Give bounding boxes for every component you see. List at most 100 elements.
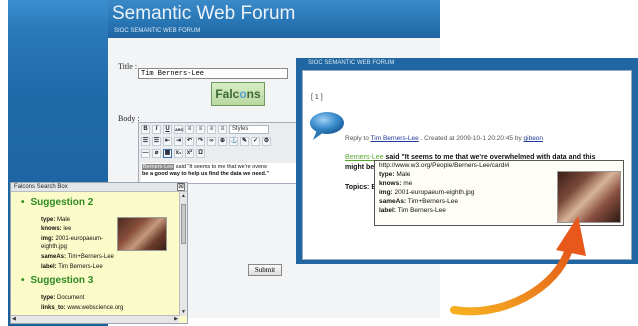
s3-links-key: links_to: xyxy=(41,305,66,311)
tt-img-value: 2001-europaeum-eighth.jpg xyxy=(392,189,475,196)
curved-arrow-icon xyxy=(450,216,586,316)
s2-label: label: Tim Berners-Lee xyxy=(41,264,103,270)
search-box-titlebar: Falcons Search Box ⊠ xyxy=(11,183,187,192)
align-center-button[interactable]: ≡ xyxy=(196,125,205,134)
strikethrough-button[interactable]: ABC xyxy=(174,125,184,134)
said-text2: might be xyxy=(345,164,375,171)
submit-button[interactable]: Submit xyxy=(248,264,282,276)
post-index: [ 1 ] xyxy=(311,94,323,101)
editor-tag: Berners-Lee xyxy=(142,164,175,170)
scroll-right-icon[interactable]: ▶ xyxy=(174,316,178,323)
scroll-thumb[interactable] xyxy=(181,204,186,244)
s2-label-value: Tim Berners-Lee xyxy=(56,264,103,270)
subscript-button[interactable]: x₁ xyxy=(174,149,183,158)
tt-label: label: Tim Berners-Lee xyxy=(379,207,446,214)
suggestion-3-heading[interactable]: Suggestion 3 xyxy=(21,275,94,286)
scroll-up-icon[interactable]: ▲ xyxy=(180,192,187,200)
styles-select[interactable]: Styles xyxy=(229,125,269,134)
suggestion-2-heading[interactable]: Suggestion 2 xyxy=(21,197,94,208)
rich-text-editor: B I U ABC ≡ ≡ ≡ ≡ Styles ☰ ☰ ⇤ ⇥ ↶ ↷ ∞ ⊕… xyxy=(138,122,298,184)
close-icon[interactable]: ⊠ xyxy=(177,183,185,191)
settings-button[interactable]: ⚙ xyxy=(262,137,271,146)
editor-text: said "It seems to me that we're overw xyxy=(174,164,267,170)
chat-bubble-icon xyxy=(310,112,344,140)
falcons-search-box: Falcons Search Box ⊠ Suggestion 2 type: … xyxy=(10,182,188,324)
edit-button[interactable]: ✎ xyxy=(240,137,249,146)
align-left-button[interactable]: ≡ xyxy=(185,125,194,134)
s2-sameas-key: sameAs: xyxy=(41,254,67,260)
horizontal-scrollbar[interactable]: ◀ ▶ xyxy=(11,315,179,323)
reply-prefix: Reply to xyxy=(345,135,371,142)
indent-button[interactable]: ⇥ xyxy=(174,137,183,146)
logo-text-a: Falc xyxy=(215,87,240,101)
tt-img: img: 2001-europaeum-eighth.jpg xyxy=(379,189,474,196)
screenshot-root: Semantic Web Forum SIOC SEMANTIC WEB FOR… xyxy=(0,0,638,326)
undo-button[interactable]: ↶ xyxy=(185,137,194,146)
body-label: Body : xyxy=(118,114,140,123)
outdent-button[interactable]: ⇤ xyxy=(163,137,172,146)
person-photo-thumbnail xyxy=(117,217,167,251)
anchor-button[interactable]: ⚓ xyxy=(229,137,238,146)
s3-type-key: type: xyxy=(41,295,56,301)
italic-button[interactable]: I xyxy=(152,125,161,134)
toolbar-row-2: ☰ ☰ ⇤ ⇥ ↶ ↷ ∞ ⊕ ⚓ ✎ ✓ ⚙ xyxy=(141,137,271,148)
s2-knows-value: lee xyxy=(61,226,72,232)
s2-knows-key: knows: xyxy=(41,226,62,232)
forum-header: Semantic Web Forum SIOC SEMANTIC WEB FOR… xyxy=(108,0,440,38)
unlink-button[interactable]: ⊕ xyxy=(218,137,227,146)
tooltip-url[interactable]: http://www.w3.org/People/Berners-Lee/car… xyxy=(379,162,509,169)
horizontal-rule-button[interactable]: — xyxy=(141,149,150,158)
editor-text2: be a good way to help us find the data w… xyxy=(142,171,269,177)
s2-type-value: Male xyxy=(55,217,71,223)
superscript-button[interactable]: x² xyxy=(185,149,194,158)
tt-knows: knows: me xyxy=(379,180,412,187)
title-input[interactable]: Tim Berners-Lee xyxy=(138,68,288,79)
s2-knows: knows: lee xyxy=(41,226,71,232)
tt-knows-key: knows: xyxy=(379,180,402,187)
tt-sameas: sameAs: Tim+Berners-Lee xyxy=(379,198,458,205)
tt-type-value: Male xyxy=(394,171,411,178)
s2-type: type: Male xyxy=(41,217,70,223)
underline-button[interactable]: U xyxy=(163,125,172,134)
tt-knows-value: me xyxy=(401,180,413,187)
left-blue-bar-top xyxy=(8,0,108,30)
table-button[interactable]: ▦ xyxy=(163,149,172,158)
s2-sameas: sameAs: Tim+Berners-Lee xyxy=(41,254,114,260)
topics-line: Topics: B xyxy=(345,184,377,191)
falcons-logo[interactable]: Falcons xyxy=(211,82,265,106)
align-justify-button[interactable]: ≡ xyxy=(218,125,227,134)
logo-text-c: ns xyxy=(246,87,261,101)
tt-img-key: img: xyxy=(379,189,393,196)
special-char-button[interactable]: Ω xyxy=(196,149,205,158)
tt-type: type: Male xyxy=(379,171,410,178)
tt-sameas-value: Tim+Berners-Lee xyxy=(406,198,458,205)
align-right-button[interactable]: ≡ xyxy=(207,125,216,134)
toolbar-row-3: — ⌀ ▦ x₁ x² Ω xyxy=(141,149,205,160)
search-box-title: Falcons Search Box xyxy=(14,184,68,190)
bullet-list-button[interactable]: ☰ xyxy=(141,137,150,146)
s3-type: type: Document xyxy=(41,295,84,301)
s2-img-value: 2001-europaeum- xyxy=(53,236,104,242)
s3-links: links_to: www.webscience.org xyxy=(41,305,123,311)
forum-subtitle: SIOC SEMANTIC WEB FORUM xyxy=(114,28,201,34)
tt-sameas-key: sameAs: xyxy=(379,198,407,205)
s2-type-key: type: xyxy=(41,217,56,223)
redo-button[interactable]: ↷ xyxy=(196,137,205,146)
link-button[interactable]: ∞ xyxy=(207,137,216,146)
bold-button[interactable]: B xyxy=(141,125,150,134)
scroll-down-icon[interactable]: ▼ xyxy=(180,308,187,316)
remove-format-button[interactable]: ⌀ xyxy=(152,149,161,158)
vertical-scrollbar[interactable]: ▲ ▼ xyxy=(179,192,187,316)
reply-line: Reply to Tim Berners-Lee . Created at 20… xyxy=(345,135,543,142)
s2-img-cont: eighth.jpg xyxy=(41,244,68,250)
check-button[interactable]: ✓ xyxy=(251,137,260,146)
forum-title: Semantic Web Forum xyxy=(112,3,296,24)
reply-link[interactable]: Tim Berners-Lee xyxy=(371,135,419,142)
tt-label-value: Tim Berners-Lee xyxy=(395,207,446,214)
scroll-left-icon[interactable]: ◀ xyxy=(12,316,16,323)
s3-links-value: www.webscience.org xyxy=(65,305,124,311)
editor-content[interactable]: Berners-Lee said "It seems to me that we… xyxy=(141,163,297,183)
reply-author-link[interactable]: gibeon xyxy=(524,135,544,142)
numbered-list-button[interactable]: ☰ xyxy=(152,137,161,146)
reply-mid: . Created at 2009-10-1 20:20:45 by xyxy=(418,135,524,142)
